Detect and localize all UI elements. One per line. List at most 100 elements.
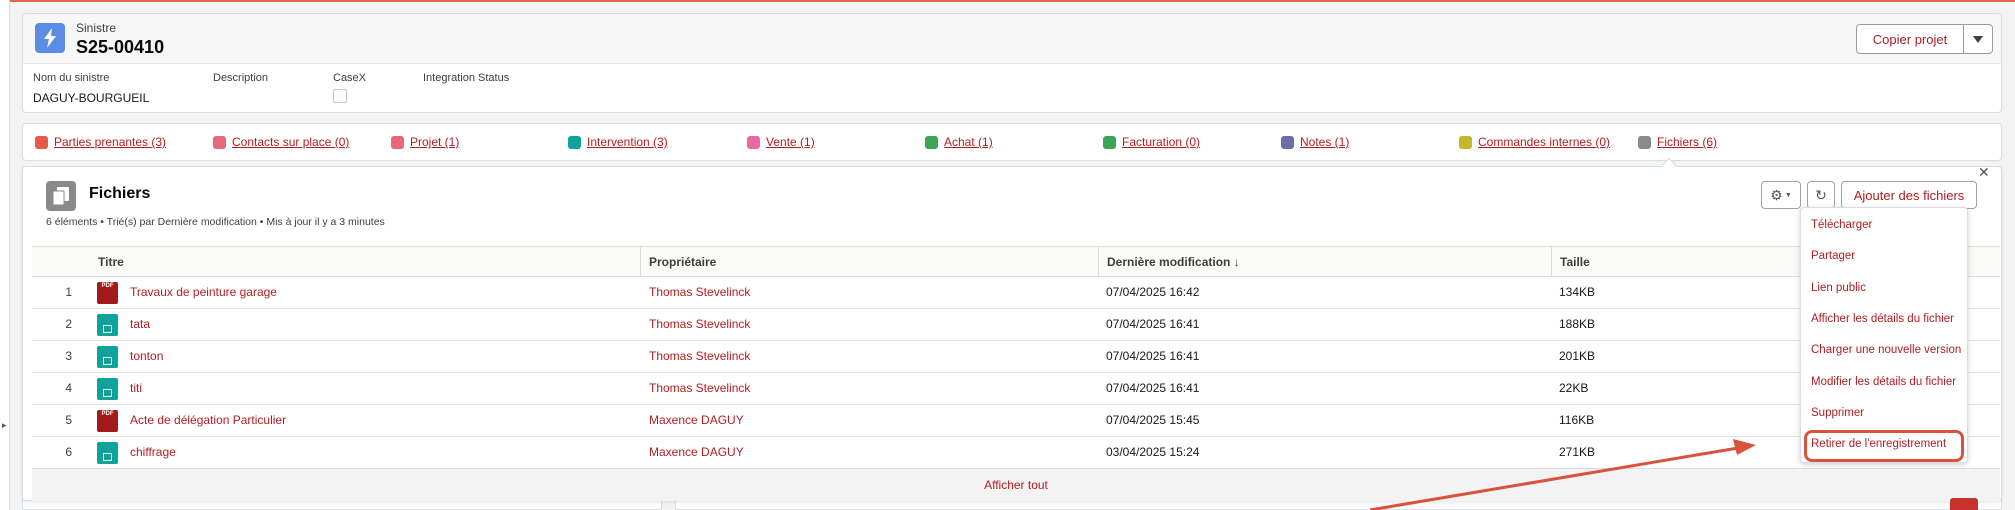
- file-size: 116KB: [1559, 413, 1595, 427]
- menu-item-view-details[interactable]: Afficher les détails du fichier: [1811, 313, 1954, 325]
- modified-date: 07/04/2025 16:41: [1106, 317, 1200, 331]
- modified-date: 07/04/2025 15:45: [1106, 413, 1200, 427]
- related-lists-bar: Parties prenantes (3) Contacts sur place…: [22, 123, 2002, 161]
- menu-item-share[interactable]: Partager: [1811, 250, 1855, 262]
- file-actions-menu: Télécharger Partager Lien public Affiche…: [1800, 207, 1968, 463]
- column-header-owner[interactable]: Propriétaire: [640, 247, 1098, 278]
- gear-icon: ⚙: [1770, 186, 1783, 203]
- project-icon: [391, 135, 404, 149]
- top-accent-line: [0, 0, 2015, 2]
- row-number: 5: [65, 413, 72, 427]
- file-title-link[interactable]: tata: [130, 309, 150, 340]
- owner-link[interactable]: Thomas Stevelinck: [649, 373, 750, 404]
- tab-intervention[interactable]: Intervention (3): [568, 135, 668, 149]
- menu-item-download[interactable]: Télécharger: [1811, 219, 1872, 231]
- sale-icon: [747, 135, 760, 149]
- show-all-link[interactable]: Afficher tout: [32, 468, 2000, 501]
- file-size: 134KB: [1559, 285, 1596, 299]
- close-icon[interactable]: ✕: [1978, 164, 1990, 181]
- field-label-integration-status: Integration Status: [423, 72, 510, 84]
- image-icon: [97, 378, 118, 400]
- field-label-nom-sinistre: Nom du sinistre: [33, 72, 110, 84]
- partial-button: [1950, 498, 1978, 510]
- note-icon: [1281, 135, 1294, 149]
- file-title-link[interactable]: Travaux de peinture garage: [130, 277, 277, 308]
- copy-project-button[interactable]: Copier projet: [1856, 24, 1964, 54]
- file-title-link[interactable]: tonton: [130, 341, 163, 372]
- chevron-down-icon: ▼: [1784, 191, 1792, 199]
- field-label-description: Description: [213, 72, 269, 84]
- field-value-nom-sinistre: DAGUY-BOURGUEIL: [33, 91, 150, 105]
- tab-commandes-internes[interactable]: Commandes internes (0): [1459, 135, 1610, 149]
- row-number: 6: [65, 445, 72, 459]
- casex-checkbox: [333, 89, 347, 103]
- modified-date: 03/04/2025 15:24: [1106, 445, 1200, 459]
- files-table: Titre Propriétaire Dernière modification…: [32, 246, 2000, 469]
- tab-achat[interactable]: Achat (1): [925, 135, 993, 149]
- add-files-button[interactable]: Ajouter des fichiers: [1841, 181, 1977, 209]
- row-number: 2: [65, 317, 72, 331]
- file-title-link[interactable]: chiffrage: [130, 437, 176, 468]
- stakeholder-icon: [35, 135, 48, 149]
- more-actions-button[interactable]: [1963, 24, 1993, 54]
- field-label-casex: CaseX: [333, 72, 367, 84]
- file-size: 271KB: [1559, 445, 1596, 459]
- table-header: Titre Propriétaire Dernière modification…: [32, 246, 2000, 278]
- column-header-modified[interactable]: Dernière modification ↓: [1098, 247, 1551, 278]
- file-title-link[interactable]: Acte de délégation Particulier: [130, 405, 286, 436]
- object-type-label: Sinistre: [76, 21, 117, 35]
- pdf-icon: PDF: [97, 282, 118, 304]
- menu-item-delete[interactable]: Supprimer: [1811, 407, 1864, 419]
- files-icon: [46, 181, 76, 211]
- modified-date: 07/04/2025 16:41: [1106, 349, 1200, 363]
- owner-link[interactable]: Thomas Stevelinck: [649, 309, 750, 340]
- owner-link[interactable]: Thomas Stevelinck: [649, 277, 750, 308]
- modified-date: 07/04/2025 16:41: [1106, 381, 1200, 395]
- table-row[interactable]: 2 tata Thomas Stevelinck 07/04/2025 16:4…: [32, 309, 2000, 341]
- table-row[interactable]: 5 PDF Acte de délégation Particulier Max…: [32, 405, 2000, 437]
- tab-facturation[interactable]: Facturation (0): [1103, 135, 1200, 149]
- file-title-link[interactable]: titi: [130, 373, 142, 404]
- image-icon: [97, 314, 118, 336]
- menu-item-edit-details[interactable]: Modifier les détails du fichier: [1811, 376, 1956, 388]
- file-size: 201KB: [1559, 349, 1596, 363]
- intervention-icon: [568, 135, 581, 149]
- expand-handle-icon[interactable]: ▸: [2, 420, 7, 431]
- table-row[interactable]: 6 chiffrage Maxence DAGUY 03/04/2025 15:…: [32, 437, 2000, 469]
- image-icon: [97, 442, 118, 464]
- row-number: 4: [65, 381, 72, 395]
- tab-projet[interactable]: Projet (1): [391, 135, 459, 149]
- tab-notes[interactable]: Notes (1): [1281, 135, 1349, 149]
- owner-link[interactable]: Thomas Stevelinck: [649, 341, 750, 372]
- highlight-annotation: [1804, 430, 1964, 462]
- table-row[interactable]: 4 titi Thomas Stevelinck 07/04/2025 16:4…: [32, 373, 2000, 405]
- tab-parties-prenantes[interactable]: Parties prenantes (3): [35, 135, 166, 149]
- left-rail: ▸: [0, 0, 10, 510]
- tab-vente[interactable]: Vente (1): [747, 135, 815, 149]
- menu-item-public-link[interactable]: Lien public: [1811, 282, 1866, 294]
- tab-contacts-sur-place[interactable]: Contacts sur place (0): [213, 135, 349, 149]
- purchase-icon: [925, 135, 938, 149]
- table-row[interactable]: 3 tonton Thomas Stevelinck 07/04/2025 16…: [32, 341, 2000, 373]
- panel-title: Fichiers: [89, 185, 151, 202]
- menu-item-upload-new-version[interactable]: Charger une nouvelle version: [1811, 344, 1961, 356]
- column-header-title[interactable]: Titre: [90, 247, 674, 278]
- file-size: 188KB: [1559, 317, 1596, 331]
- modified-date: 07/04/2025 16:42: [1106, 285, 1200, 299]
- chevron-down-icon: [1973, 35, 1983, 43]
- owner-link[interactable]: Maxence DAGUY: [649, 405, 744, 436]
- refresh-icon: ↻: [1815, 186, 1827, 203]
- refresh-button[interactable]: ↻: [1807, 181, 1835, 209]
- contact-icon: [213, 135, 226, 149]
- owner-link[interactable]: Maxence DAGUY: [649, 437, 744, 468]
- file-icon: [1638, 135, 1651, 149]
- settings-menu-button[interactable]: ⚙ ▼: [1761, 181, 1801, 209]
- panel-meta: 6 éléments • Trié(s) par Dernière modifi…: [46, 216, 385, 228]
- invoice-icon: [1103, 135, 1116, 149]
- header-highlights: [23, 14, 2001, 64]
- tab-fichiers[interactable]: Fichiers (6): [1638, 135, 1717, 149]
- record-title: S25-00410: [76, 37, 165, 57]
- table-row[interactable]: 1 PDF Travaux de peinture garage Thomas …: [32, 277, 2000, 309]
- row-number: 3: [65, 349, 72, 363]
- order-icon: [1459, 135, 1472, 149]
